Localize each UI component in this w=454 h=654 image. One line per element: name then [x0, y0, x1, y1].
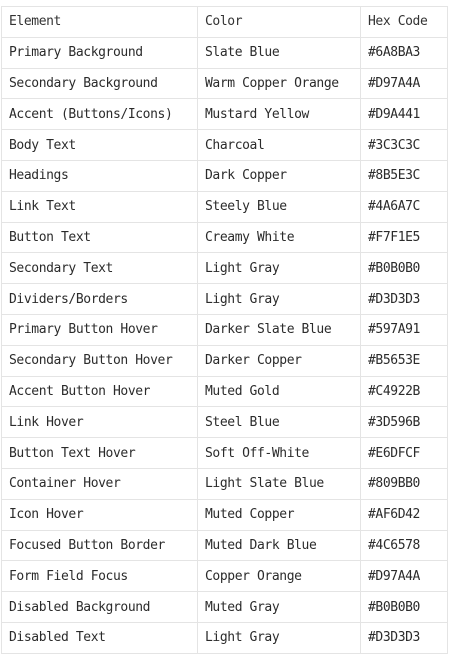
table-header-row: Element Color Hex Code [1, 6, 448, 38]
table-row: Headings Dark Copper #8B5E3C [1, 159, 448, 192]
header-color: Color [197, 6, 361, 38]
cell-element: Button Text Hover [1, 437, 198, 469]
cell-element: Accent Button Hover [1, 375, 198, 408]
cell-hex-code: #D97A4A [360, 67, 448, 100]
color-palette-table-container: Element Color Hex Code Primary Backgroun… [1, 6, 448, 654]
table-row: Link Text Steely Blue #4A6A7C [1, 190, 448, 223]
cell-color-name: Soft Off-White [197, 437, 361, 469]
cell-color-name: Light Gray [197, 283, 361, 315]
cell-color-name: Muted Gray [197, 591, 361, 623]
cell-element: Form Field Focus [1, 560, 198, 593]
cell-color-name: Creamy White [197, 221, 361, 254]
cell-color-name: Light Gray [197, 252, 361, 285]
cell-color-name: Steel Blue [197, 406, 361, 439]
cell-hex-code: #D3D3D3 [360, 621, 448, 654]
table-row: Container Hover Light Slate Blue #809BB0 [1, 467, 448, 500]
cell-element: Link Text [1, 190, 198, 223]
cell-color-name: Charcoal [197, 129, 361, 161]
table-row: Secondary Background Warm Copper Orange #D… [1, 67, 448, 100]
cell-hex-code: #3C3C3C [360, 129, 448, 161]
cell-element: Link Hover [1, 406, 198, 439]
cell-color-name: Light Slate Blue [197, 467, 361, 500]
cell-hex-code: #6A8BA3 [360, 36, 448, 69]
cell-hex-code: #E6DFCF [360, 437, 448, 469]
cell-color-name: Warm Copper Orange [197, 67, 361, 100]
table-row: Disabled Background Muted Gray #B0B0B0 [1, 591, 448, 623]
cell-color-name: Muted Gold [197, 375, 361, 408]
table-row: Link Hover Steel Blue #3D596B [1, 406, 448, 439]
cell-hex-code: #597A91 [360, 313, 448, 346]
cell-color-name: Copper Orange [197, 560, 361, 593]
cell-hex-code: #D3D3D3 [360, 283, 448, 315]
cell-hex-code: #C4922B [360, 375, 448, 408]
cell-color-name: Muted Dark Blue [197, 529, 361, 562]
cell-element: Dividers/Borders [1, 283, 198, 315]
table-row: Secondary Text Light Gray #B0B0B0 [1, 252, 448, 285]
cell-hex-code: #AF6D42 [360, 498, 448, 531]
cell-element: Focused Button Border [1, 529, 198, 562]
cell-color-name: Slate Blue [197, 36, 361, 69]
cell-color-name: Steely Blue [197, 190, 361, 223]
cell-element: Secondary Button Hover [1, 344, 198, 377]
cell-element: Disabled Background [1, 591, 198, 623]
cell-element: Headings [1, 159, 198, 192]
cell-color-name: Muted Copper [197, 498, 361, 531]
cell-element: Container Hover [1, 467, 198, 500]
table-row: Disabled Text Light Gray #D3D3D3 [1, 621, 448, 654]
cell-element: Accent (Buttons/Icons) [1, 98, 198, 131]
table-row: Focused Button Border Muted Dark Blue #4C6… [1, 529, 448, 562]
table-row: Accent Button Hover Muted Gold #C4922B [1, 375, 448, 408]
table-row: Body Text Charcoal #3C3C3C [1, 129, 448, 161]
cell-element: Secondary Text [1, 252, 198, 285]
cell-element: Icon Hover [1, 498, 198, 531]
color-palette-table: Element Color Hex Code Primary Backgroun… [1, 6, 448, 654]
cell-color-name: Dark Copper [197, 159, 361, 192]
cell-element: Body Text [1, 129, 198, 161]
cell-hex-code: #F7F1E5 [360, 221, 448, 254]
table-row: Accent (Buttons/Icons) Mustard Yellow #D9A… [1, 98, 448, 131]
cell-hex-code: #B5653E [360, 344, 448, 377]
table-row: Button Text Creamy White #F7F1E5 [1, 221, 448, 254]
cell-element: Primary Background [1, 36, 198, 69]
cell-color-name: Light Gray [197, 621, 361, 654]
table-row: Form Field Focus Copper Orange #D97A4A [1, 560, 448, 593]
cell-element: Button Text [1, 221, 198, 254]
table-row: Dividers/Borders Light Gray #D3D3D3 [1, 283, 448, 315]
cell-hex-code: #8B5E3C [360, 159, 448, 192]
header-hex-code: Hex Code [360, 6, 448, 38]
header-element: Element [1, 6, 198, 38]
cell-element: Primary Button Hover [1, 313, 198, 346]
cell-hex-code: #B0B0B0 [360, 591, 448, 623]
table-row: Button Text Hover Soft Off-White #E6DFCF [1, 437, 448, 469]
cell-hex-code: #B0B0B0 [360, 252, 448, 285]
cell-hex-code: #D9A441 [360, 98, 448, 131]
table-body: Primary Background Slate Blue #6A8BA3 Secon… [1, 36, 448, 654]
cell-hex-code: #4A6A7C [360, 190, 448, 223]
cell-color-name: Darker Copper [197, 344, 361, 377]
cell-hex-code: #3D596B [360, 406, 448, 439]
cell-color-name: Darker Slate Blue [197, 313, 361, 346]
cell-hex-code: #D97A4A [360, 560, 448, 593]
cell-hex-code: #4C6578 [360, 529, 448, 562]
table-row: Icon Hover Muted Copper #AF6D42 [1, 498, 448, 531]
table-row: Secondary Button Hover Darker Copper #B565… [1, 344, 448, 377]
cell-color-name: Mustard Yellow [197, 98, 361, 131]
cell-element: Secondary Background [1, 67, 198, 100]
cell-hex-code: #809BB0 [360, 467, 448, 500]
table-row: Primary Background Slate Blue #6A8BA3 [1, 36, 448, 69]
cell-element: Disabled Text [1, 621, 198, 654]
table-row: Primary Button Hover Darker Slate Blue #59… [1, 313, 448, 346]
